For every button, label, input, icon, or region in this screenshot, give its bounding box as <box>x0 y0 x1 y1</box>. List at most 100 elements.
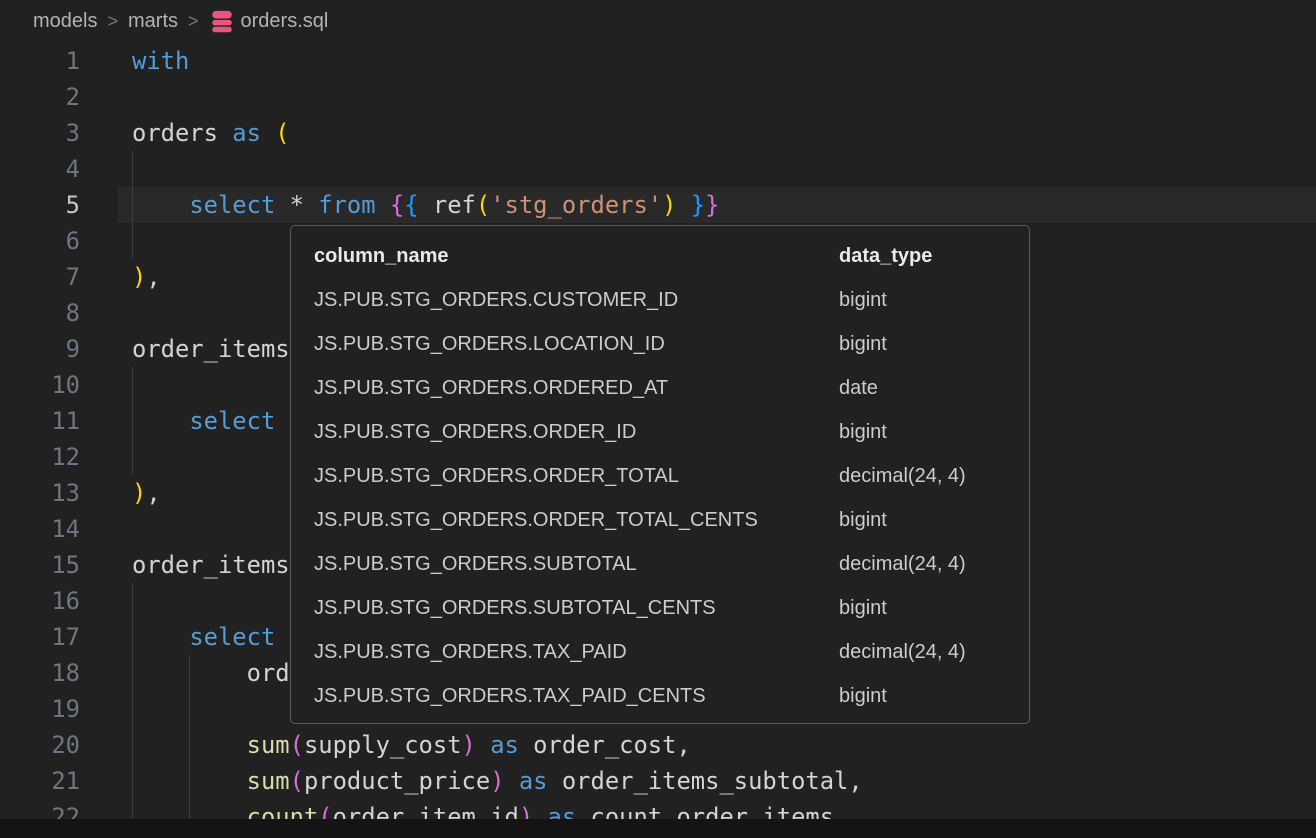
column-info-popup: column_namedata_typeJS.PUB.STG_ORDERS.CU… <box>290 225 1030 724</box>
line-number[interactable]: 1 <box>0 43 80 79</box>
data-type-cell: bigint <box>839 597 1029 620</box>
code-token: ) <box>132 263 146 291</box>
line-number[interactable]: 2 <box>0 79 80 115</box>
line-number[interactable]: 17 <box>0 619 80 655</box>
code-token: ( <box>290 731 304 759</box>
line-number[interactable]: 11 <box>0 403 80 439</box>
code-token: sum <box>247 731 290 759</box>
column-name-cell: JS.PUB.STG_ORDERS.SUBTOTAL_CENTS <box>314 597 839 620</box>
line-number[interactable]: 20 <box>0 727 80 763</box>
popup-header-row: column_namedata_type <box>291 234 1029 278</box>
code-text: order_items <box>80 331 290 367</box>
code-token: , <box>146 479 160 507</box>
code-token: product_price <box>304 767 490 795</box>
code-token <box>132 407 189 435</box>
breadcrumb-item-marts[interactable]: marts <box>128 10 178 33</box>
code-token: orders <box>132 119 232 147</box>
indent-guide <box>132 691 133 727</box>
code-token: as <box>490 731 519 759</box>
code-token: as <box>519 767 548 795</box>
popup-column-row: JS.PUB.STG_ORDERS.ORDERED_ATdate <box>291 366 1029 410</box>
popup-column-row: JS.PUB.STG_ORDERS.TAX_PAIDdecimal(24, 4) <box>291 630 1029 674</box>
code-token: order_items <box>132 335 290 363</box>
line-number[interactable]: 14 <box>0 511 80 547</box>
line-number[interactable]: 4 <box>0 151 80 187</box>
column-name-cell: JS.PUB.STG_ORDERS.ORDER_TOTAL_CENTS <box>314 509 839 532</box>
line-number[interactable]: 6 <box>0 223 80 259</box>
line-number[interactable]: 12 <box>0 439 80 475</box>
code-token: } <box>691 191 705 219</box>
code-token: * <box>275 191 318 219</box>
code-token: ) <box>462 731 476 759</box>
indent-guide <box>132 223 133 259</box>
code-token <box>505 767 519 795</box>
code-token: as <box>232 119 275 147</box>
line-number[interactable]: 7 <box>0 259 80 295</box>
code-line-21[interactable]: 21 sum(product_price) as order_items_sub… <box>0 763 1316 799</box>
code-text: with <box>80 43 189 79</box>
code-token: order_cost, <box>519 731 691 759</box>
data-type-cell: bigint <box>839 421 1029 444</box>
code-token: ord <box>247 659 290 687</box>
breadcrumb-item-file[interactable]: orders.sql <box>241 10 329 33</box>
code-token <box>132 659 247 687</box>
data-type-cell: decimal(24, 4) <box>839 641 1029 664</box>
code-line-5[interactable]: 5 select * from {{ ref('stg_orders') }} <box>0 187 1316 223</box>
code-line-1[interactable]: 1 with <box>0 43 1316 79</box>
code-token: order_items <box>132 551 290 579</box>
code-editor-window: models > marts > orders.sql 1with23order… <box>0 0 1316 838</box>
code-token: ref <box>419 191 476 219</box>
code-token <box>676 191 690 219</box>
data-type-cell: bigint <box>839 289 1029 312</box>
line-number[interactable]: 16 <box>0 583 80 619</box>
line-number[interactable]: 3 <box>0 115 80 151</box>
popup-column-row: JS.PUB.STG_ORDERS.SUBTOTALdecimal(24, 4) <box>291 542 1029 586</box>
code-token: select <box>189 623 275 651</box>
line-number[interactable]: 10 <box>0 367 80 403</box>
code-line-20[interactable]: 20 sum(supply_cost) as order_cost, <box>0 727 1316 763</box>
code-token: ( <box>476 191 490 219</box>
data-type-cell: date <box>839 377 1029 400</box>
database-icon <box>211 10 233 33</box>
code-token: sum <box>247 767 290 795</box>
column-name-cell: JS.PUB.STG_ORDERS.LOCATION_ID <box>314 333 839 356</box>
popup-column-row: JS.PUB.STG_ORDERS.CUSTOMER_IDbigint <box>291 278 1029 322</box>
data-type-cell: bigint <box>839 509 1029 532</box>
code-text: ), <box>80 475 161 511</box>
code-text: orders as ( <box>80 115 290 151</box>
code-line-4[interactable]: 4 <box>0 151 1316 187</box>
indent-guide <box>132 151 133 187</box>
code-token: with <box>132 47 189 75</box>
line-number[interactable]: 15 <box>0 547 80 583</box>
code-token <box>132 191 189 219</box>
column-name-cell: JS.PUB.STG_ORDERS.SUBTOTAL <box>314 553 839 576</box>
data-type-cell: bigint <box>839 333 1029 356</box>
code-token: ) <box>662 191 676 219</box>
popup-column-row: JS.PUB.STG_ORDERS.ORDER_TOTALdecimal(24,… <box>291 454 1029 498</box>
code-token <box>132 623 189 651</box>
line-number[interactable]: 19 <box>0 691 80 727</box>
data-type-cell: bigint <box>839 685 1029 708</box>
code-token: ( <box>275 119 289 147</box>
line-number[interactable]: 8 <box>0 295 80 331</box>
line-number[interactable]: 21 <box>0 763 80 799</box>
code-text: sum(supply_cost) as order_cost, <box>80 727 691 763</box>
code-text: select <box>80 619 275 655</box>
line-number[interactable]: 5 <box>0 187 80 223</box>
code-token: ( <box>290 767 304 795</box>
breadcrumb-item-models[interactable]: models <box>33 10 97 33</box>
code-token: { <box>390 191 404 219</box>
code-line-3[interactable]: 3orders as ( <box>0 115 1316 151</box>
line-number[interactable]: 9 <box>0 331 80 367</box>
code-line-2[interactable]: 2 <box>0 79 1316 115</box>
indent-guide <box>132 583 133 619</box>
indent-guide <box>132 439 133 475</box>
data-type-cell: decimal(24, 4) <box>839 553 1029 576</box>
column-name-cell: JS.PUB.STG_ORDERS.TAX_PAID <box>314 641 839 664</box>
line-number[interactable]: 13 <box>0 475 80 511</box>
column-name-cell: JS.PUB.STG_ORDERS.CUSTOMER_ID <box>314 289 839 312</box>
line-number[interactable]: 18 <box>0 655 80 691</box>
column-name-cell: JS.PUB.STG_ORDERS.TAX_PAID_CENTS <box>314 685 839 708</box>
code-token: , <box>146 263 160 291</box>
code-token: ) <box>132 479 146 507</box>
